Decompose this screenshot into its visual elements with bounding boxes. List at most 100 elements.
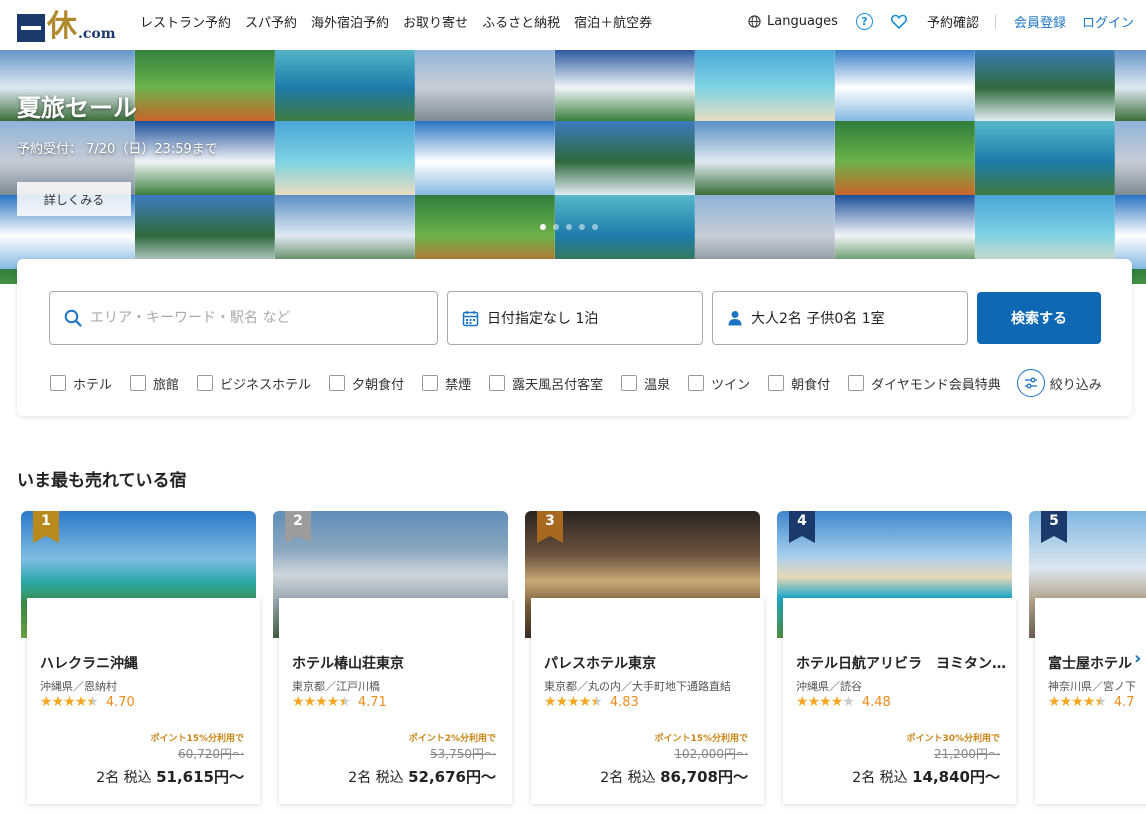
point-promo: ポイント2%分利用で	[408, 734, 496, 744]
checkbox[interactable]	[130, 375, 147, 391]
checkbox[interactable]	[621, 375, 638, 391]
filter-hotel[interactable]: ホテル	[50, 374, 112, 393]
rating-value: 4.71	[357, 694, 387, 710]
hotel-location: 沖縄県／読谷	[796, 680, 862, 693]
hotel-card[interactable]: ホテル日航アリビラ ヨミタン… 沖縄県／読谷 ★★★★★ 4.48 ポイント30%分利用…	[777, 511, 1016, 804]
filter-row: ホテル 旅館 ビジネスホテル 夕朝食付 禁煙 露天風呂付客室 温泉 ツイン 朝食…	[50, 369, 1102, 397]
hero-photo-tile	[555, 195, 695, 269]
login-link[interactable]: ログイン	[1082, 12, 1134, 31]
help-icon[interactable]: ?	[855, 13, 873, 30]
filter-label: ダイヤモンド会員特典	[871, 377, 1001, 393]
filter-diamond[interactable]: ダイヤモンド会員特典	[848, 374, 1001, 393]
nav-overseas[interactable]: 海外宿泊予約	[311, 12, 389, 31]
filter-non-smoking[interactable]: 禁煙	[422, 374, 471, 393]
nav-restaurant[interactable]: レストラン予約	[140, 12, 231, 31]
price: 2名 税込 86,708円〜	[600, 766, 748, 787]
guests-field[interactable]: 大人2名 子供0名 1室	[712, 291, 968, 345]
hero-photo-tile	[555, 50, 695, 121]
hero-title: 夏旅セール	[17, 94, 137, 122]
filter-label: 禁煙	[445, 377, 472, 393]
price-prefix: 2名 税込	[852, 770, 908, 786]
hero-banner[interactable]: 夏旅セール 予約受付： 7/20（日）23:59まで 詳しくみる	[0, 50, 1146, 284]
hero-photo-tile	[695, 50, 835, 121]
filter-ryokan[interactable]: 旅館	[130, 374, 179, 393]
star-rating-icon: ★★★★★	[40, 694, 99, 710]
checkbox[interactable]	[50, 375, 66, 391]
nav-gourmet[interactable]: お取り寄せ	[403, 12, 468, 31]
logo-mark-icon	[17, 14, 45, 42]
carousel-dot-2[interactable]	[553, 224, 559, 230]
hotel-location: 神奈川県／宮ノ下	[1048, 680, 1136, 693]
refine-button[interactable]: 絞り込み	[1016, 369, 1102, 397]
hero-photo-tile	[275, 121, 415, 195]
checkbox[interactable]	[197, 375, 214, 391]
hero-photo-tile	[275, 50, 415, 121]
checkbox[interactable]	[848, 375, 865, 391]
hotel-card-body: パレスホテル東京 東京都／丸の内／大手町地下通路直結 ★★★★★ 4.83 ポイント15…	[531, 598, 764, 804]
logo-kanji: 休	[47, 9, 77, 44]
sliders-icon	[1016, 369, 1045, 397]
logo-com: .com	[78, 26, 116, 42]
filter-label: 朝食付	[791, 377, 831, 393]
carousel-dot-4[interactable]	[579, 224, 585, 230]
hero-photo-tile	[415, 50, 555, 121]
checkbox[interactable]	[768, 375, 785, 391]
keyword-field[interactable]	[49, 291, 438, 345]
hotel-name: 富士屋ホテル	[1048, 656, 1132, 672]
nav-furusato[interactable]: ふるさと納税	[482, 12, 560, 31]
price-prefix: 2名 税込	[96, 770, 152, 786]
filter-breakfast[interactable]: 朝食付	[768, 374, 830, 393]
filter-open-air-bath[interactable]: 露天風呂付客室	[489, 374, 603, 393]
site-header: 休 .com レストラン予約 スパ予約 海外宿泊予約 お取り寄せ ふるさと納税 …	[0, 0, 1146, 50]
ranking-title: いま最も売れている宿	[17, 471, 187, 491]
person-icon	[728, 311, 742, 326]
hero-photo-tile	[555, 121, 695, 195]
checkbox[interactable]	[688, 375, 705, 391]
date-field[interactable]: 日付指定なし 1泊	[447, 291, 703, 345]
filter-onsen[interactable]: 温泉	[621, 374, 670, 393]
carousel-dot-5[interactable]	[592, 224, 598, 230]
site-logo[interactable]: 休 .com	[17, 6, 116, 42]
point-promo: ポイント30%分利用で	[906, 734, 1000, 744]
hotel-name: ホテル日航アリビラ ヨミタン…	[796, 656, 1006, 672]
filter-business-hotel[interactable]: ビジネスホテル	[197, 374, 311, 393]
checkbox[interactable]	[329, 375, 346, 391]
search-button[interactable]: 検索する	[977, 292, 1101, 344]
hotel-card[interactable]: パレスホテル東京 東京都／丸の内／大手町地下通路直結 ★★★★★ 4.83 ポイント15…	[525, 511, 764, 804]
carousel-dot-3[interactable]	[566, 224, 572, 230]
hero-details-button[interactable]: 詳しくみる	[17, 182, 131, 216]
reservation-check-link[interactable]: 予約確認	[927, 12, 979, 31]
star-rating-icon: ★★★★★	[292, 694, 351, 710]
checkbox[interactable]	[422, 375, 439, 391]
hero-photo-tile	[135, 195, 275, 269]
globe-icon	[748, 15, 761, 28]
hotel-name: パレスホテル東京	[544, 656, 656, 672]
hotel-card[interactable]: 富士屋ホテル神奈川県／宮ノ下★★★★★4.72名 5	[1029, 511, 1146, 804]
languages-link[interactable]: Languages	[748, 14, 838, 29]
hotel-location: 東京都／丸の内／大手町地下通路直結	[544, 680, 731, 693]
heart-icon[interactable]	[890, 14, 907, 29]
hotel-card[interactable]: ハレクラニ沖縄 沖縄県／恩納村 ★★★★★ 4.70 ポイント15%分利用で 60,720…	[21, 511, 260, 804]
search-panel: 日付指定なし 1泊 大人2名 子供0名 1室 検索する ホテル 旅館 ビジネスホ…	[17, 259, 1132, 416]
hotel-card[interactable]: ホテル椿山荘東京 東京都／江戸川橋 ★★★★★ 4.71 ポイント2%分利用で 53,75…	[273, 511, 512, 804]
rating: ★★★★★ 4.70	[40, 694, 135, 710]
carousel-next-icon[interactable]: ›	[1134, 648, 1141, 669]
hero-photo-tile	[415, 195, 555, 269]
hero-photo-tile	[135, 50, 275, 121]
filter-twin[interactable]: ツイン	[688, 374, 750, 393]
languages-label: Languages	[767, 14, 838, 29]
checkbox[interactable]	[489, 375, 506, 391]
nav-spa[interactable]: スパ予約	[245, 12, 297, 31]
nav-hotel-air[interactable]: 宿泊＋航空券	[574, 12, 652, 31]
hotel-location: 沖縄県／恩納村	[40, 680, 117, 693]
carousel-dot-1[interactable]	[540, 224, 546, 230]
register-link[interactable]: 会員登録	[1014, 12, 1066, 31]
rating: ★★★★★ 4.71	[292, 694, 387, 710]
keyword-input[interactable]	[90, 310, 410, 326]
rating: ★★★★★ 4.83	[544, 694, 639, 710]
original-price: 102,000円〜	[674, 747, 748, 761]
header-divider	[994, 14, 996, 29]
filter-dinner-breakfast[interactable]: 夕朝食付	[329, 374, 404, 393]
filter-label: ホテル	[73, 377, 113, 393]
price-prefix: 2名 税込	[348, 770, 404, 786]
